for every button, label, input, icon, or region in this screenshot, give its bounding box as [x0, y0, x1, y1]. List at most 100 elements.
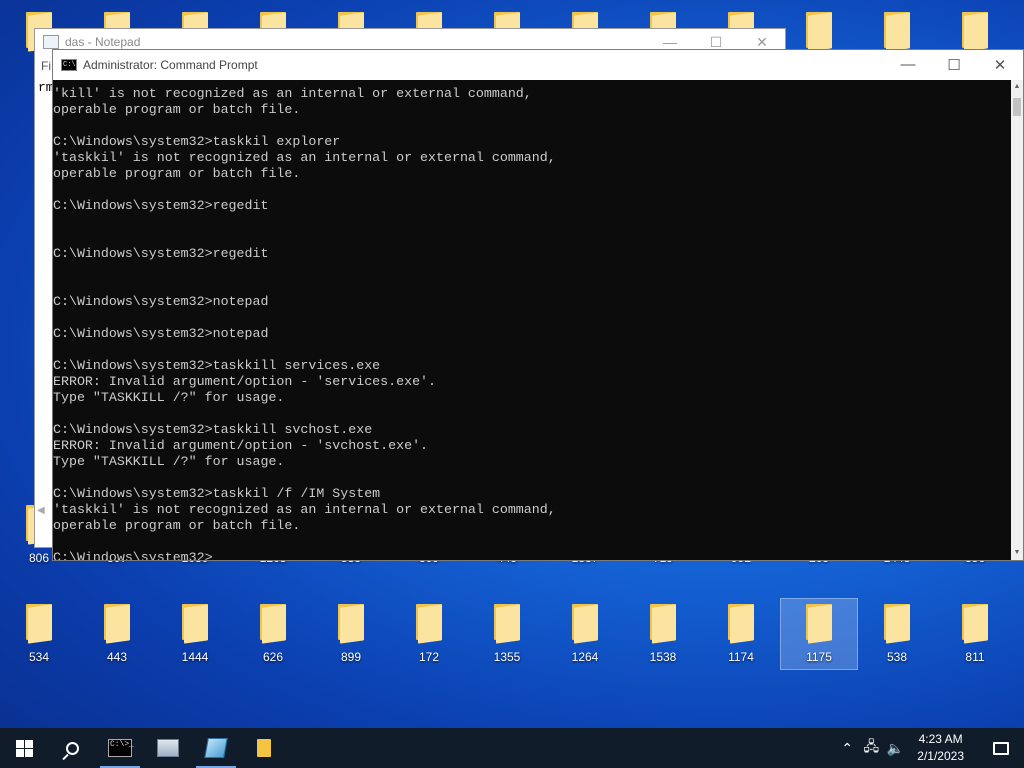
console-line: C:\Windows\system32>regedit [53, 198, 269, 213]
console-line: Type "TASKKILL /?" for usage. [53, 454, 285, 469]
clock-date: 2/1/2023 [917, 749, 964, 763]
minimize-button[interactable]: — [885, 56, 931, 74]
desktop-folder[interactable]: 538 [859, 599, 935, 669]
folder-icon [492, 604, 522, 644]
clock[interactable]: 4:23 AM 2/1/2023 [907, 731, 978, 765]
folder-label: 172 [418, 650, 440, 664]
desktop-folder[interactable]: 899 [313, 599, 389, 669]
action-center-button[interactable] [978, 728, 1024, 768]
taskbar-notepad[interactable] [192, 728, 240, 768]
console-line: C:\Windows\system32>notepad [53, 294, 269, 309]
folder-label: 538 [886, 650, 908, 664]
notepad-icon [43, 35, 59, 49]
desktop-folder[interactable]: 1355 [469, 599, 545, 669]
console-line: operable program or batch file. [53, 166, 301, 181]
file-explorer-icon [257, 739, 271, 757]
clock-time: 4:23 AM [918, 732, 963, 746]
taskbar-file-explorer[interactable] [240, 728, 288, 768]
folder-label: 811 [965, 650, 985, 664]
folder-label: 1355 [493, 650, 521, 664]
chevron-up-icon[interactable]: ⌃ [835, 740, 859, 757]
console-output[interactable]: 'kill' is not recognized as an internal … [53, 80, 1011, 560]
console-line: operable program or batch file. [53, 102, 301, 117]
volume-icon[interactable]: 🔈 [883, 740, 907, 757]
folder-icon [726, 604, 756, 644]
folder-label: 443 [106, 650, 128, 664]
maximize-button[interactable]: ☐ [693, 34, 739, 51]
folder-icon [648, 604, 678, 644]
desktop-folder[interactable]: 172 [391, 599, 467, 669]
folder-icon [258, 604, 288, 644]
desktop-folder[interactable]: 811 [937, 599, 1013, 669]
console-line: C:\Windows\system32>taskkill services.ex… [53, 358, 381, 373]
folder-icon [570, 604, 600, 644]
desktop-folder[interactable]: 1175 [780, 598, 858, 670]
folder-label: 1444 [181, 650, 209, 664]
folder-icon [414, 604, 444, 644]
taskbar: C:\>_ ⌃ 🖧 🔈 4:23 AM 2/1/2023 [0, 728, 1024, 768]
folder-icon [102, 604, 132, 644]
console-line: ERROR: Invalid argument/option - 'svchos… [53, 438, 429, 453]
taskbar-resource-monitor[interactable] [144, 728, 192, 768]
search-icon [65, 741, 79, 755]
search-button[interactable] [48, 728, 96, 768]
folder-icon [960, 604, 990, 644]
console-line: C:\Windows\system32>regedit [53, 246, 269, 261]
console-line: ERROR: Invalid argument/option - 'servic… [53, 374, 437, 389]
folder-icon [336, 604, 366, 644]
folder-label: 899 [340, 650, 362, 664]
minimize-button[interactable]: — [647, 34, 693, 51]
scroll-up-arrow[interactable]: ▲ [1011, 80, 1023, 94]
folder-label: 534 [28, 650, 50, 664]
command-prompt-icon: C:\ [61, 59, 77, 71]
cmd-title: Administrator: Command Prompt [83, 58, 258, 72]
command-prompt-window[interactable]: C:\ Administrator: Command Prompt — ☐ ✕ … [52, 49, 1024, 561]
desktop-folder[interactable]: 1264 [547, 599, 623, 669]
notepad-title: das - Notepad [65, 35, 141, 49]
console-line: C:\Windows\system32>taskkil explorer [53, 134, 341, 149]
scroll-down-arrow[interactable]: ▼ [1011, 546, 1023, 560]
folder-label: 626 [262, 650, 284, 664]
desktop-folder[interactable]: 626 [235, 599, 311, 669]
console-line: C:\Windows\system32> [53, 550, 213, 560]
desktop-folder[interactable]: 1538 [625, 599, 701, 669]
maximize-button[interactable]: ☐ [931, 56, 977, 74]
folder-label: 1175 [806, 650, 832, 664]
desktop-folder[interactable]: 534 [1, 599, 77, 669]
console-line: 'taskkil' is not recognized as an intern… [53, 150, 556, 165]
folder-icon [804, 604, 834, 644]
folder-icon [24, 604, 54, 644]
folder-label: 1174 [728, 650, 754, 664]
start-button[interactable] [0, 728, 48, 768]
close-button[interactable]: ✕ [739, 34, 785, 51]
notification-icon [993, 741, 1009, 755]
scroll-left-arrow[interactable]: ◀ [37, 505, 45, 516]
cmd-titlebar[interactable]: C:\ Administrator: Command Prompt — ☐ ✕ [53, 50, 1023, 80]
console-line: 'kill' is not recognized as an internal … [53, 86, 532, 101]
taskbar-cmd[interactable]: C:\>_ [96, 728, 144, 768]
notepad-menu-file[interactable]: Fi [41, 59, 51, 73]
folder-label: 1538 [649, 650, 677, 664]
console-line: operable program or batch file. [53, 518, 301, 533]
desktop-folder[interactable]: 443 [79, 599, 155, 669]
folder-icon [960, 12, 990, 52]
scroll-thumb[interactable] [1013, 98, 1021, 116]
folder-icon [180, 604, 210, 644]
vertical-scrollbar[interactable]: ▲ ▼ [1011, 80, 1023, 560]
folder-label: 806 [28, 551, 50, 565]
close-button[interactable]: ✕ [977, 56, 1023, 74]
folder-icon [882, 604, 912, 644]
resource-monitor-icon [157, 739, 179, 757]
network-icon[interactable]: 🖧 [859, 736, 883, 760]
desktop-folder[interactable]: 1444 [157, 599, 233, 669]
desktop-folder[interactable]: 1174 [703, 599, 779, 669]
